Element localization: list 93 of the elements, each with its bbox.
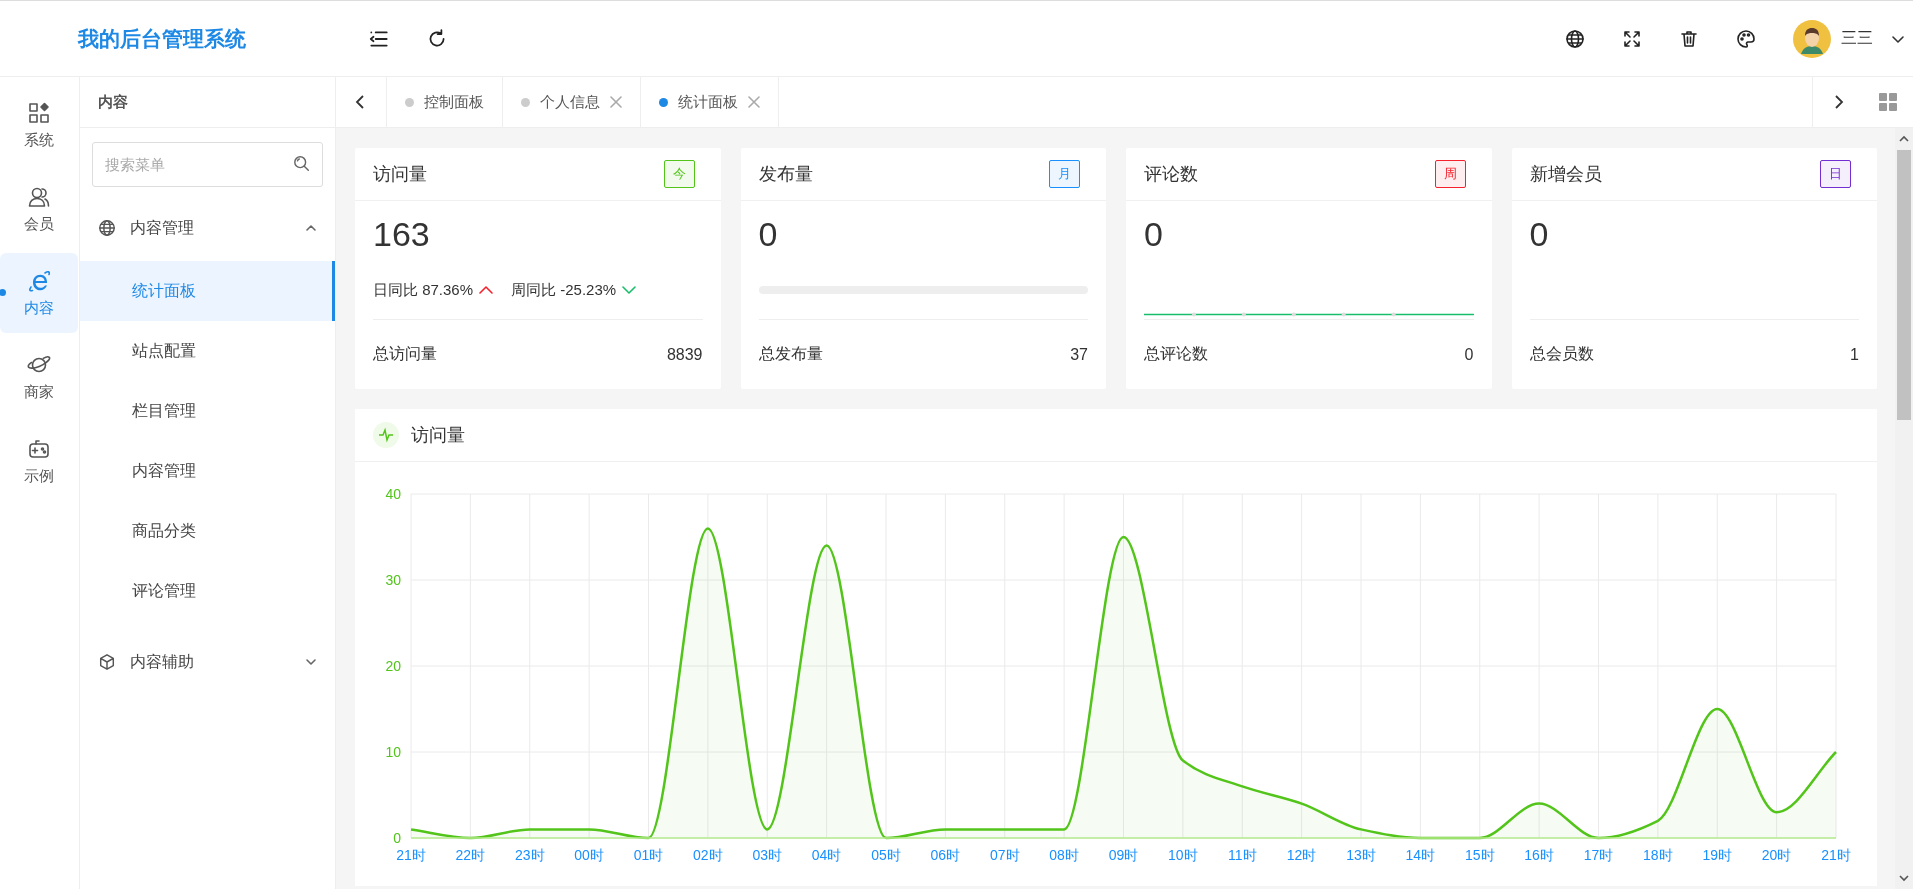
x-tick-label: 13时 xyxy=(1346,847,1376,863)
x-tick-label: 20时 xyxy=(1761,847,1792,863)
y-tick-label: 30 xyxy=(385,572,401,588)
rail-nav-item[interactable]: 示例 xyxy=(0,421,78,501)
y-tick-label: 20 xyxy=(385,658,401,674)
submenu-item[interactable]: 评论管理 xyxy=(80,561,335,621)
pulse-icon xyxy=(373,422,399,448)
submenu-title: 内容 xyxy=(80,77,335,128)
footer-value: 8839 xyxy=(666,345,703,364)
chevron-up-icon xyxy=(479,283,494,297)
page-tab[interactable]: 统计面板 xyxy=(641,77,779,127)
avatar[interactable] xyxy=(1793,19,1831,58)
page-tab[interactable]: 个人信息 xyxy=(503,77,641,127)
x-tick-label: 03时 xyxy=(752,847,783,863)
menu-group[interactable]: 内容辅助 xyxy=(80,629,335,695)
x-tick-label: 11时 xyxy=(1228,847,1257,863)
x-tick-label: 18时 xyxy=(1643,847,1673,863)
submenu-item[interactable]: 站点配置 xyxy=(80,321,335,381)
globe-icon xyxy=(98,219,116,237)
x-tick-label: 04时 xyxy=(811,847,842,863)
chevron-down-icon xyxy=(305,656,317,668)
card-title: 访问量 xyxy=(373,163,427,186)
footer-label: 总访问量 xyxy=(373,344,437,364)
rail-nav-item[interactable]: 商家 xyxy=(0,337,78,417)
card-title: 新增会员 xyxy=(1529,163,1602,186)
chevron-down-icon xyxy=(622,283,637,297)
x-tick-label: 00时 xyxy=(574,847,604,863)
stat-value: 0 xyxy=(1144,215,1164,255)
period-tag: 月 xyxy=(1049,160,1080,188)
x-tick-label: 14时 xyxy=(1405,847,1436,863)
browser-e-icon xyxy=(27,268,51,293)
x-tick-label: 17时 xyxy=(1583,847,1614,863)
card-title: 发布量 xyxy=(758,163,813,186)
x-tick-label: 21时 xyxy=(1821,847,1851,863)
menu-group[interactable]: 内容管理 xyxy=(80,195,335,261)
footer-value: 37 xyxy=(1070,345,1088,364)
scrollbar-thumb[interactable] xyxy=(1897,150,1911,420)
chart-title: 访问量 xyxy=(411,424,465,447)
x-tick-label: 09时 xyxy=(1108,847,1139,863)
rail-nav-item[interactable]: 会员 xyxy=(0,169,78,249)
stat-value: 0 xyxy=(1529,215,1550,255)
fullscreen-icon[interactable] xyxy=(1622,28,1642,49)
trend-label: 周同比 -25.23% xyxy=(511,280,617,300)
stat-value: 0 xyxy=(758,215,779,255)
x-tick-label: 06时 xyxy=(930,847,961,863)
x-tick-label: 16时 xyxy=(1524,847,1554,863)
x-tick-label: 07时 xyxy=(989,847,1020,863)
x-tick-label: 10时 xyxy=(1168,847,1198,863)
x-tick-label: 12时 xyxy=(1286,847,1317,863)
x-tick-label: 21时 xyxy=(396,847,426,863)
footer-value: 0 xyxy=(1464,345,1474,364)
submenu-item[interactable]: 内容管理 xyxy=(80,441,335,501)
x-tick-label: 22时 xyxy=(455,847,486,863)
chevron-up-icon xyxy=(305,222,317,234)
x-tick-label: 19时 xyxy=(1702,847,1733,863)
user-name[interactable]: 三三 xyxy=(1841,28,1873,49)
y-tick-label: 0 xyxy=(393,830,401,846)
footer-label: 总会员数 xyxy=(1529,344,1594,364)
scroll-down-icon[interactable] xyxy=(1899,873,1909,883)
search-icon[interactable] xyxy=(293,155,311,173)
submenu-item[interactable]: 栏目管理 xyxy=(80,381,335,441)
y-tick-label: 40 xyxy=(385,486,401,502)
apps-icon xyxy=(27,100,51,125)
grid-icon xyxy=(1879,93,1897,111)
x-tick-label: 05时 xyxy=(871,847,901,863)
period-tag: 周 xyxy=(1434,160,1466,188)
period-tag: 日 xyxy=(1820,160,1851,188)
period-tag: 今 xyxy=(663,160,695,188)
card-title: 评论数 xyxy=(1144,163,1198,186)
stat-value: 163 xyxy=(373,215,431,255)
submenu-item[interactable]: 商品分类 xyxy=(80,501,335,561)
y-tick-label: 10 xyxy=(385,744,401,760)
cube-icon xyxy=(98,653,116,671)
scroll-up-icon[interactable] xyxy=(1899,134,1909,144)
rail-nav-item[interactable]: 系统 xyxy=(0,85,78,165)
active-dot xyxy=(0,289,6,296)
x-tick-label: 08时 xyxy=(1049,847,1079,863)
app-title: 我的后台管理系统 xyxy=(78,25,247,52)
footer-label: 总发布量 xyxy=(758,344,823,364)
palette-icon[interactable] xyxy=(1736,28,1756,49)
x-tick-label: 23时 xyxy=(514,847,545,863)
page-tab[interactable]: 控制面板 xyxy=(387,77,503,127)
footer-value: 1 xyxy=(1850,345,1859,364)
x-tick-label: 15时 xyxy=(1464,847,1495,863)
trend-label: 日同比 87.36% xyxy=(373,280,474,300)
footer-label: 总评论数 xyxy=(1144,344,1208,364)
trash-icon[interactable] xyxy=(1679,28,1699,49)
search-field[interactable]: 搜索菜单 xyxy=(92,142,323,187)
x-tick-label: 02时 xyxy=(693,847,723,863)
x-tick-label: 01时 xyxy=(633,847,664,863)
scrollbar[interactable] xyxy=(1895,128,1913,889)
globe-icon[interactable] xyxy=(1565,28,1585,49)
rail-nav-item[interactable]: 内容 xyxy=(0,253,78,333)
